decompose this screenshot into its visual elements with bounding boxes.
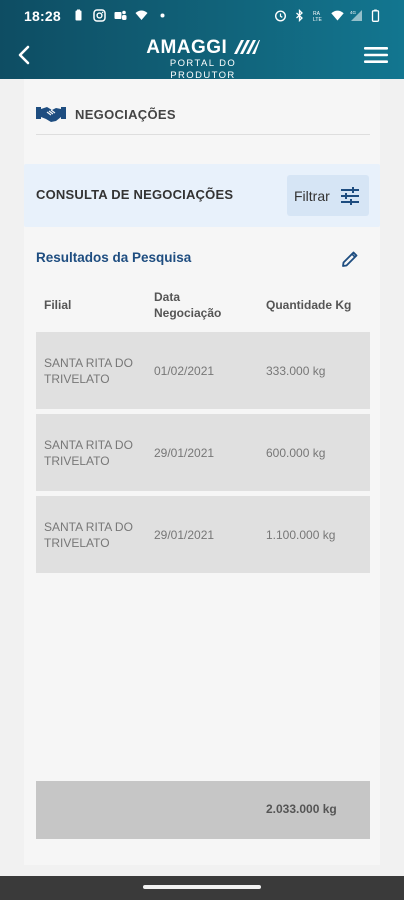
logo-stripes-icon [233, 40, 260, 54]
status-bar: 18:28 RA LTE 4G [0, 0, 404, 32]
logo-title: AMAGGI [146, 37, 228, 58]
wifi-icon [331, 10, 344, 21]
cell-quantidade: 1.100.000 kg [266, 528, 336, 542]
handshake-icon [36, 107, 66, 122]
back-arrow-icon[interactable] [12, 42, 38, 68]
cell-filial-line1: SANTA RITA DO [44, 356, 133, 370]
cell-quantidade: 333.000 kg [266, 364, 326, 378]
cell-filial: SANTA RITA DO TRIVELATO [44, 355, 144, 387]
total-value: 2.033.000 kg [266, 802, 337, 816]
sliders-icon [341, 187, 359, 205]
results-table: SANTA RITA DO TRIVELATO 01/02/2021 333.0… [36, 332, 370, 578]
filter-button[interactable]: Filtrar [287, 175, 369, 216]
teams-icon [114, 10, 127, 20]
column-data-line1: Data [154, 290, 181, 304]
app-header: 18:28 RA LTE 4G AMAGGI PORTAL DO PRODUTOR [0, 0, 404, 81]
status-right-icons: RA LTE 4G [274, 9, 382, 22]
lte-icon: RALTE [313, 11, 322, 22]
cell-filial: SANTA RITA DO TRIVELATO [44, 519, 144, 551]
svg-text:4G: 4G [350, 10, 357, 15]
cell-filial: SANTA RITA DO TRIVELATO [44, 437, 144, 469]
filter-label: Filtrar [294, 188, 330, 204]
system-navigation-bar [0, 876, 404, 900]
results-title: Resultados da Pesquisa [36, 250, 192, 265]
cell-data: 29/01/2021 [154, 446, 215, 460]
battery-icon [371, 9, 380, 22]
cell-data: 01/02/2021 [154, 364, 215, 378]
home-gesture-handle[interactable] [143, 885, 261, 889]
wifi-status-icon [135, 10, 148, 20]
bluetooth-icon [296, 9, 303, 22]
cell-filial-line2: TRIVELATO [44, 372, 110, 386]
section-title: NEGOCIAÇÕES [75, 107, 176, 122]
cell-filial-line2: TRIVELATO [44, 454, 110, 468]
table-row[interactable]: SANTA RITA DO TRIVELATO 01/02/2021 333.0… [36, 332, 370, 409]
column-data-negociacao: Data Negociação [154, 289, 234, 321]
alarm-icon [274, 10, 287, 22]
column-filial: Filial [44, 298, 72, 312]
search-panel: CONSULTA DE NEGOCIAÇÕES Filtrar [24, 164, 380, 227]
app-bar: AMAGGI PORTAL DO PRODUTOR [0, 32, 404, 81]
table-row[interactable]: SANTA RITA DO TRIVELATO 29/01/2021 600.0… [36, 414, 370, 491]
pencil-icon[interactable] [340, 249, 360, 269]
status-time: 18:28 [24, 8, 61, 24]
cell-data: 29/01/2021 [154, 528, 215, 542]
signal-4g-icon: 4G [350, 10, 362, 21]
hamburger-menu-icon[interactable] [362, 42, 390, 68]
cell-filial-line1: SANTA RITA DO [44, 438, 133, 452]
amaggi-logo: AMAGGI PORTAL DO PRODUTOR [136, 37, 270, 81]
table-header: Filial Data Negociação Quantidade Kg [36, 287, 370, 327]
svg-text:LTE: LTE [313, 17, 322, 22]
content-card: NEGOCIAÇÕES CONSULTA DE NEGOCIAÇÕES Filt… [24, 79, 380, 865]
column-quantidade: Quantidade Kg [266, 298, 352, 312]
table-row[interactable]: SANTA RITA DO TRIVELATO 29/01/2021 1.100… [36, 496, 370, 573]
cell-quantidade: 600.000 kg [266, 446, 326, 460]
instagram-icon [93, 9, 106, 22]
search-title: CONSULTA DE NEGOCIAÇÕES [36, 187, 234, 202]
column-data-line2: Negociação [154, 306, 222, 320]
cell-filial-line2: TRIVELATO [44, 536, 110, 550]
section-header: NEGOCIAÇÕES [36, 101, 370, 135]
status-left-icons [72, 9, 169, 22]
dot-icon [160, 13, 165, 18]
battery-saver-icon [75, 9, 82, 21]
cell-filial-line1: SANTA RITA DO [44, 520, 133, 534]
total-bar: 2.033.000 kg [36, 781, 370, 839]
